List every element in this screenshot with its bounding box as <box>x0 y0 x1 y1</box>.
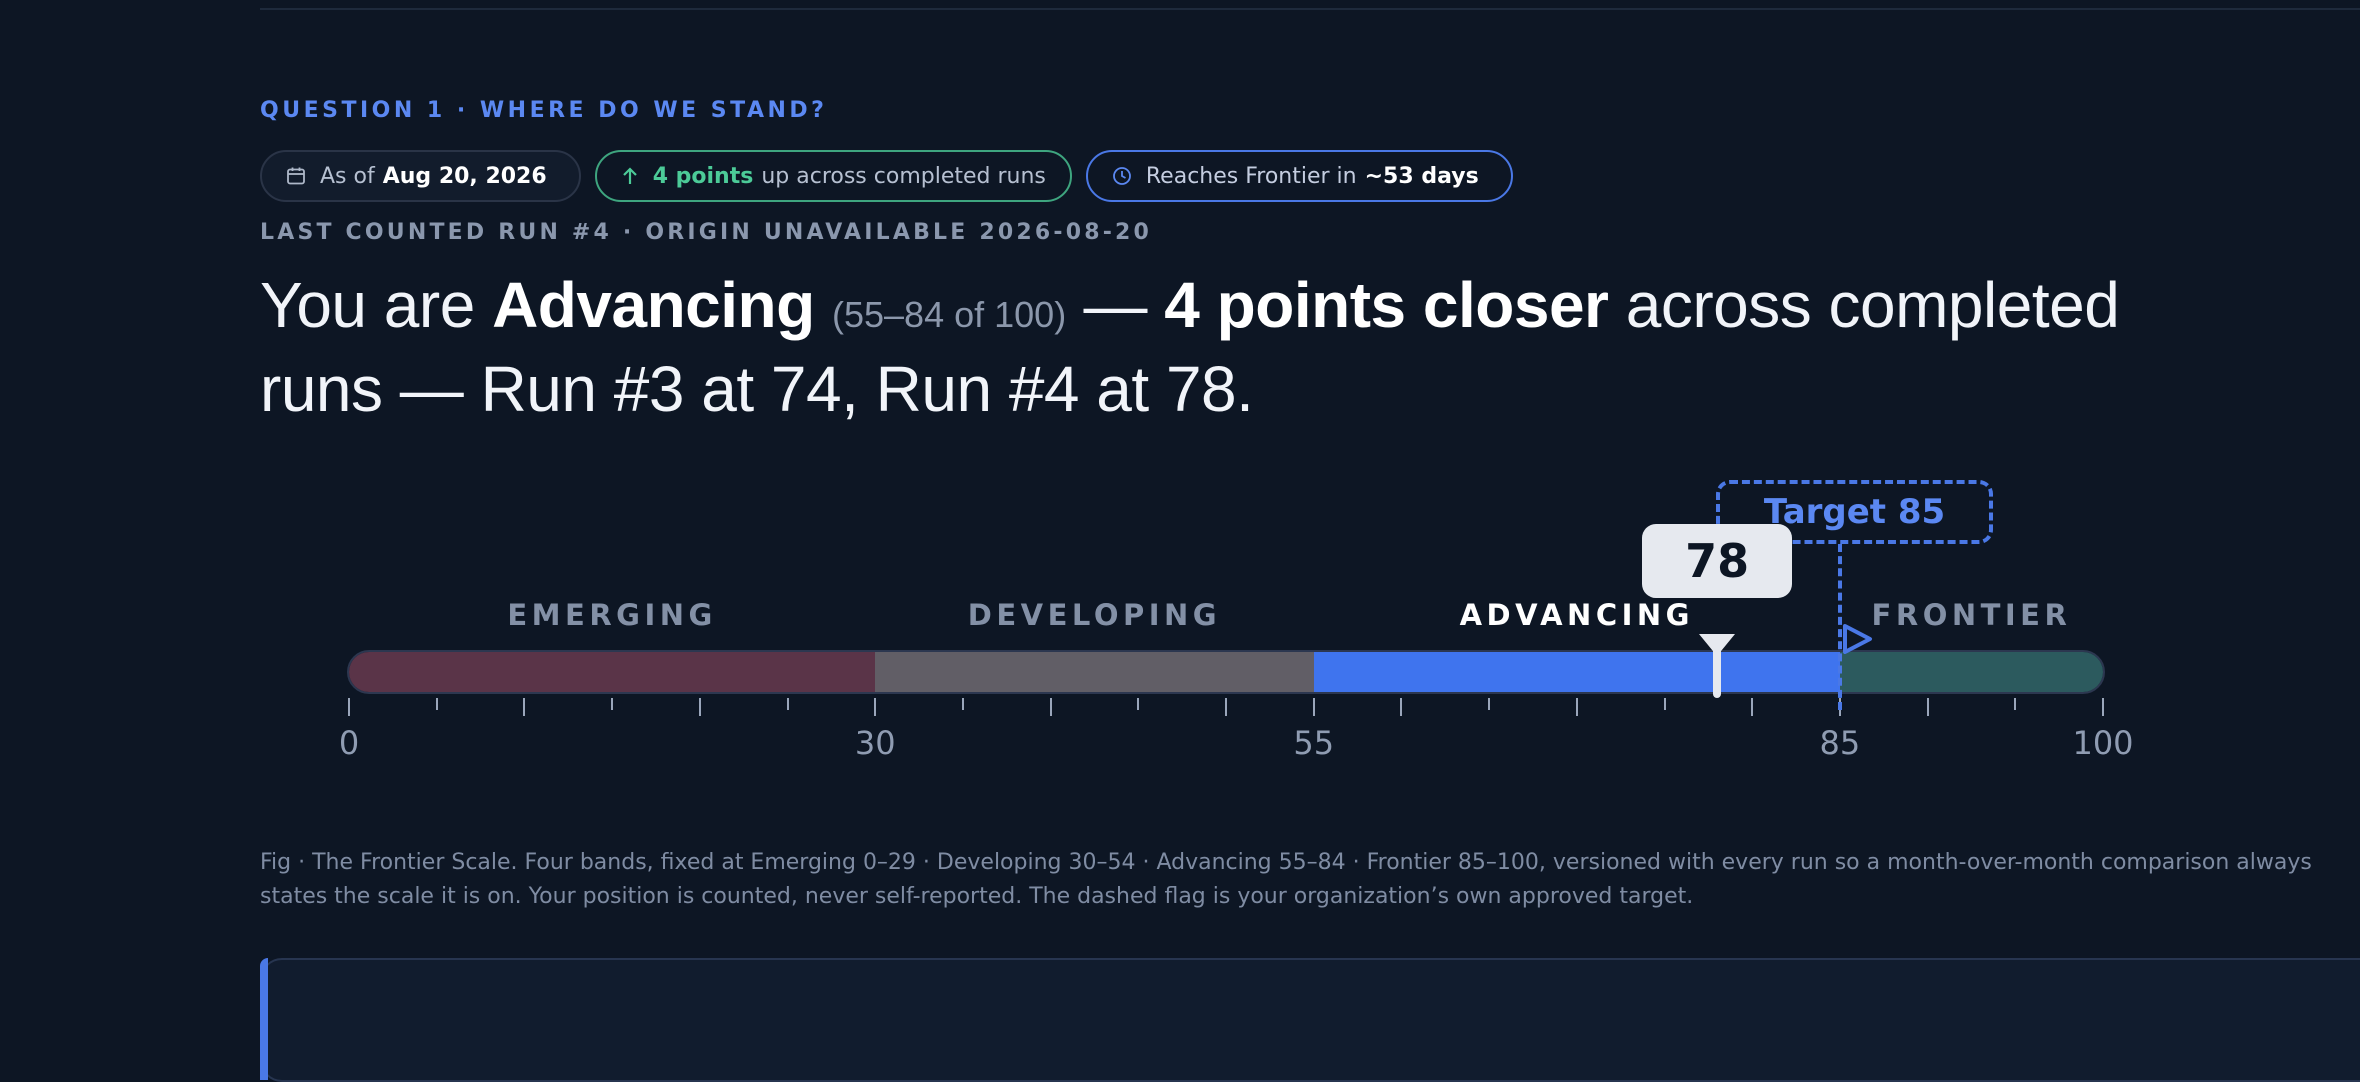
tick-label-100: 100 <box>2072 724 2134 762</box>
band-label-advancing: ADVANCING <box>1459 598 1694 632</box>
scale-tick <box>435 698 438 710</box>
band-segment-emerging <box>349 652 877 692</box>
next-section-card <box>260 958 2360 1082</box>
current-score-bubble: 78 <box>1642 524 1793 598</box>
progress-suffix: up across completed runs <box>761 163 1046 189</box>
scale-tick <box>1137 698 1140 710</box>
eta-value: ~53 days <box>1364 163 1479 189</box>
progress-points: 4 points <box>652 163 754 189</box>
scale-tick <box>698 698 701 716</box>
scale-tick <box>2014 698 2017 710</box>
headline-band: Advancing <box>492 269 815 341</box>
headline-lead: You are <box>260 269 475 341</box>
arrow-up-icon <box>622 167 637 184</box>
scale-tick <box>1049 698 1052 716</box>
scale-tick <box>786 698 789 710</box>
card-accent-bar <box>260 958 268 1080</box>
status-headline: You are Advancing (55–84 of 100) — 4 poi… <box>260 268 2120 426</box>
status-chips: As of Aug 20, 2026 4 points up across co… <box>260 150 1513 202</box>
tick-label-85: 85 <box>1819 724 1861 762</box>
progress-chip: 4 points up across completed runs <box>594 150 1072 202</box>
scale-tick <box>2102 698 2104 716</box>
as-of-date: Aug 20, 2026 <box>382 163 547 189</box>
scale-tick <box>1488 698 1491 710</box>
calendar-icon <box>287 167 305 185</box>
as-of-date-chip: As of Aug 20, 2026 <box>260 150 581 202</box>
clock-icon <box>1112 167 1131 185</box>
scale-tick <box>1225 698 1227 716</box>
headline-range: (55–84 of 100) <box>832 294 1067 335</box>
tick-label-30: 30 <box>854 724 896 762</box>
section-eyebrow: QUESTION 1 · WHERE DO WE STAND? <box>260 98 828 123</box>
scale-tick <box>1751 698 1754 716</box>
current-score-stem <box>1713 646 1722 698</box>
band-segment-advancing <box>1313 652 1841 692</box>
scale-tick <box>523 698 526 716</box>
as-of-prefix: As of <box>320 163 375 189</box>
scale-tick <box>1575 698 1578 716</box>
scale-tick <box>611 698 614 710</box>
eta-prefix: Reaches Frontier in <box>1145 163 1357 189</box>
scale-tick <box>1663 698 1666 710</box>
scale-tick <box>1926 698 1929 716</box>
tick-label-55: 55 <box>1293 724 1335 762</box>
figure-caption: Fig · The Frontier Scale. Four bands, fi… <box>260 850 2312 909</box>
scale-tick <box>961 698 964 710</box>
target-flag-icon <box>1842 624 1874 658</box>
headline-delta: 4 points closer <box>1164 269 1609 341</box>
scale-tick <box>1400 698 1403 716</box>
section-divider <box>260 8 2360 10</box>
scale-tick <box>1312 698 1315 716</box>
tick-label-0: 0 <box>338 724 360 762</box>
scale-tick <box>348 698 350 716</box>
band-label-developing: DEVELOPING <box>967 598 1222 632</box>
scale-tick <box>874 698 877 716</box>
band-label-emerging: EMERGING <box>507 598 717 632</box>
band-segment-frontier <box>1839 652 2103 692</box>
frontier-eta-chip: Reaches Frontier in ~53 days <box>1085 150 1513 202</box>
band-segment-developing <box>875 652 1315 692</box>
last-run-meta: LAST COUNTED RUN #4 · ORIGIN UNAVAILABLE… <box>260 220 1153 245</box>
headline-dash: — <box>1083 269 1147 341</box>
